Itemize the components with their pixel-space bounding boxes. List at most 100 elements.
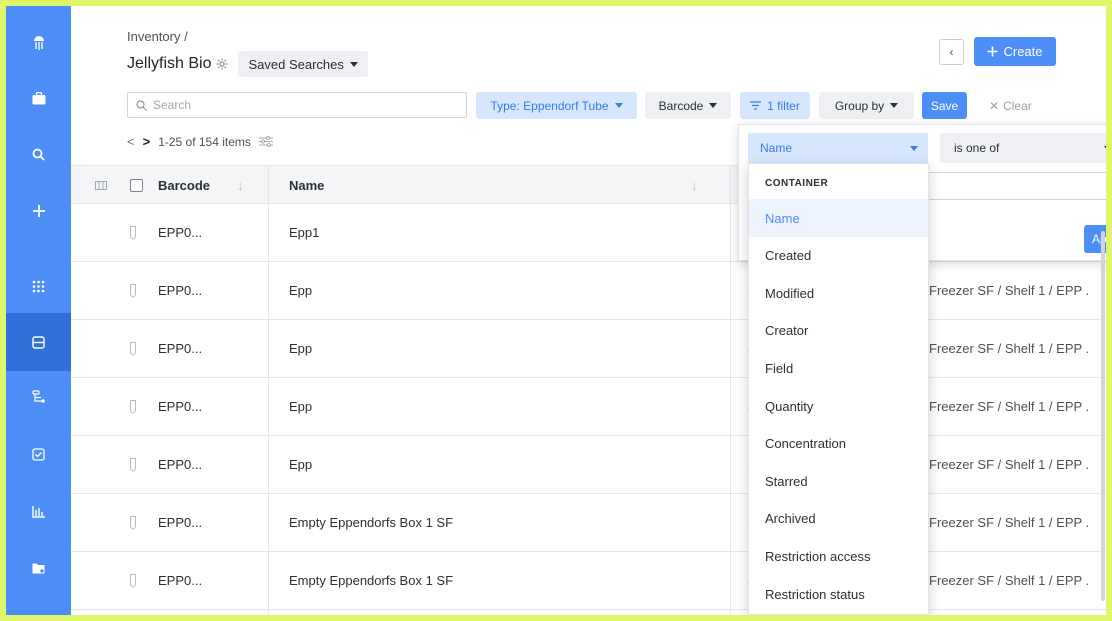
location-cell[interactable]: Freezer SF / Shelf 1 / EPP . [929, 494, 1089, 551]
filter-operator-label: is one of [954, 141, 1000, 155]
name-cell[interactable]: Epp [289, 262, 312, 319]
barcode-cell[interactable]: EPP0... [158, 320, 202, 377]
location-cell[interactable]: Freezer SF / Shelf 1 / EPP . [929, 378, 1089, 435]
create-button[interactable]: Create [974, 37, 1056, 66]
clear-label: Clear [1003, 98, 1032, 113]
pagination-range: 1-25 of 154 items [158, 134, 251, 149]
title-row: Jellyfish Bio Saved Searches [127, 51, 368, 77]
briefcase-icon[interactable] [6, 70, 71, 126]
barcode-cell[interactable]: EPP0... [158, 378, 202, 435]
filter-icon [750, 101, 762, 110]
create-label: Create [1003, 44, 1043, 59]
sort-arrow-icon[interactable]: ↓ [237, 166, 244, 205]
close-icon: ✕ [989, 98, 1000, 113]
filter-field-label: Name [760, 141, 793, 155]
dropdown-item-archived[interactable]: Archived [749, 500, 928, 538]
plus-icon [987, 46, 998, 57]
select-all-checkbox[interactable] [130, 166, 143, 205]
name-cell[interactable]: Epp [289, 436, 312, 493]
page-title: Jellyfish Bio [127, 55, 212, 72]
barcode-cell[interactable]: EPP0... [158, 262, 202, 319]
tube-icon [130, 436, 136, 493]
next-page-icon[interactable]: > [143, 134, 151, 149]
gear-icon[interactable] [216, 58, 228, 70]
breadcrumb[interactable]: Inventory / [127, 29, 188, 44]
search-icon[interactable] [6, 126, 71, 182]
field-dropdown-menu: CONTAINER Name Created Modified Creator Fiel… [748, 163, 929, 615]
barcode-cell[interactable]: EPP0... [158, 552, 202, 609]
dropdown-item-restriction-access[interactable]: Restriction access [749, 537, 928, 575]
tube-icon [130, 552, 136, 609]
tube-icon [130, 262, 136, 319]
chevron-down-icon [614, 103, 623, 108]
sort-arrow-icon[interactable]: ↓ [691, 166, 698, 205]
table-row[interactable]: EPP0...EppSFreezer SF / Shelf 1 / EPP . [71, 262, 1106, 320]
barcode-dropdown[interactable]: Barcode [645, 92, 731, 119]
dropdown-item-created[interactable]: Created [749, 237, 928, 275]
filter-chip[interactable]: 1 filter [740, 92, 810, 119]
dropdown-item-name[interactable]: Name [749, 199, 928, 237]
filter-value-input[interactable] [928, 172, 1106, 200]
name-cell[interactable]: Epp1 [289, 204, 319, 261]
location-cell[interactable]: Freezer SF / Shelf 1 / EPP . [929, 436, 1089, 493]
jellyfish-logo-icon[interactable] [6, 14, 71, 70]
dropdown-item-modified[interactable]: Modified [749, 274, 928, 312]
table-row[interactable]: EPP0...EppSFreezer SF / Shelf 1 / EPP . [71, 320, 1106, 378]
table-row[interactable]: EPP0...EppSFreezer SF / Shelf 1 / EPP . [71, 436, 1106, 494]
group-by-label: Group by [834, 98, 885, 113]
columns-icon[interactable] [95, 166, 107, 205]
name-cell[interactable]: Epp [289, 320, 312, 377]
chevron-down-icon [709, 103, 718, 108]
chevron-down-icon [910, 145, 918, 151]
chevron-down-icon [349, 61, 358, 67]
dropdown-item-starred[interactable]: Starred [749, 462, 928, 500]
column-header-name[interactable]: Name [289, 166, 324, 205]
dropdown-item-restriction-status[interactable]: Restriction status [749, 575, 928, 613]
dropdown-item-field[interactable]: Field [749, 349, 928, 387]
scrollbar[interactable] [1101, 231, 1105, 601]
search-field[interactable] [127, 92, 467, 118]
dropdown-item-concentration[interactable]: Concentration [749, 425, 928, 463]
tube-icon [130, 204, 136, 261]
prev-page-icon[interactable]: < [127, 134, 135, 149]
collapse-back-button[interactable]: ‹ [939, 39, 964, 65]
location-cell[interactable]: Freezer SF / Shelf 1 / EPP . [929, 552, 1089, 609]
tube-icon [130, 494, 136, 551]
type-filter-chip[interactable]: Type: Eppendorf Tube [476, 92, 637, 119]
barcode-cell[interactable]: EPP0... [158, 204, 202, 261]
search-icon [136, 99, 147, 111]
location-cell[interactable]: Freezer SF / Shelf 1 / EPP . [929, 262, 1089, 319]
folder-settings-icon[interactable] [6, 540, 71, 596]
workflow-icon[interactable] [6, 369, 71, 425]
app-window: Inventory / Jellyfish Bio Saved Searches… [6, 6, 1106, 615]
tube-icon [130, 378, 136, 435]
filter-field-select[interactable]: Name [748, 133, 928, 163]
barcode-dropdown-label: Barcode [658, 98, 704, 113]
filter-operator-select[interactable]: is one of [940, 133, 1106, 163]
save-button[interactable]: Save [922, 92, 967, 119]
location-cell[interactable]: Freezer SF / Shelf 1 / EPP . [929, 320, 1089, 377]
barcode-cell[interactable]: EPP0... [158, 436, 202, 493]
search-input[interactable] [153, 98, 453, 112]
inventory-icon[interactable] [6, 313, 71, 371]
clear-button[interactable]: ✕ Clear [989, 92, 1032, 119]
group-by-dropdown[interactable]: Group by [819, 92, 914, 119]
barcode-cell[interactable]: EPP0... [158, 494, 202, 551]
name-cell[interactable]: Empty Eppendorfs Box 1 SF [289, 494, 453, 551]
sliders-icon[interactable] [258, 136, 273, 147]
table-row[interactable]: EPP0...Empty Eppendorfs Box 1 SFSFreezer… [71, 552, 1106, 610]
plus-icon[interactable] [6, 183, 71, 239]
dropdown-section-header: CONTAINER [765, 178, 829, 189]
apps-grid-icon[interactable] [6, 258, 71, 314]
dropdown-item-quantity[interactable]: Quantity [749, 387, 928, 425]
table-row[interactable]: EPP0...Empty Eppendorfs Box 1 SFSFreezer… [71, 494, 1106, 552]
analytics-icon[interactable] [6, 484, 71, 540]
name-cell[interactable]: Empty Eppendorfs Box 1 SF [289, 552, 453, 609]
dropdown-item-creator[interactable]: Creator [749, 312, 928, 350]
column-header-barcode[interactable]: Barcode [158, 166, 210, 205]
table-row[interactable]: EPP0...EppSFreezer SF / Shelf 1 / EPP . [71, 378, 1106, 436]
tasks-icon[interactable] [6, 426, 71, 482]
sidebar [6, 6, 71, 615]
name-cell[interactable]: Epp [289, 378, 312, 435]
saved-searches-button[interactable]: Saved Searches [238, 51, 368, 77]
